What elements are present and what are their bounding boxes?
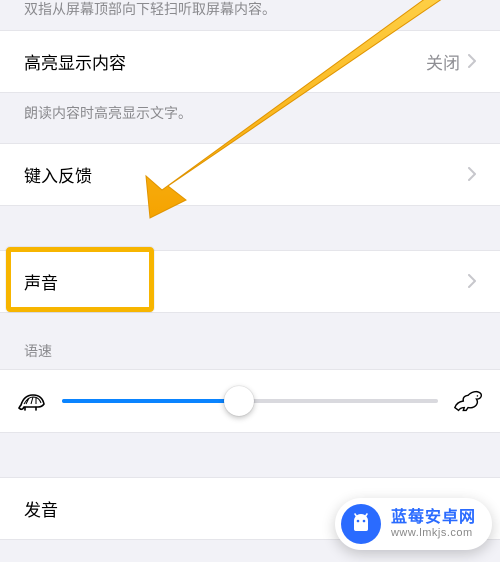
row-typing-feedback-label: 键入反馈 xyxy=(24,162,92,187)
chevron-right-icon xyxy=(468,54,476,68)
watermark-url: www.lmkjs.com xyxy=(391,527,476,539)
highlight-note: 朗读内容时高亮显示文字。 xyxy=(0,93,500,143)
speaking-rate-slider[interactable] xyxy=(62,384,438,418)
tortoise-icon xyxy=(16,389,48,413)
row-highlight-content-value: 关闭 xyxy=(426,49,460,74)
chevron-right-icon xyxy=(468,167,476,181)
rate-header: 语速 xyxy=(0,313,500,369)
row-typing-feedback[interactable]: 键入反馈 xyxy=(0,143,500,206)
row-pronunciation-label: 发音 xyxy=(24,496,58,521)
gesture-hint: 双指从屏幕顶部向下轻扫听取屏幕内容。 xyxy=(0,0,500,30)
row-speaking-rate xyxy=(0,369,500,433)
row-voice-label: 声音 xyxy=(24,269,58,294)
row-highlight-content-label: 高亮显示内容 xyxy=(24,49,126,74)
watermark-logo-icon xyxy=(341,504,381,544)
watermark: 蓝莓安卓网 www.lmkjs.com xyxy=(335,498,492,550)
slider-thumb[interactable] xyxy=(224,386,254,416)
row-voice[interactable]: 声音 xyxy=(0,250,500,313)
chevron-right-icon xyxy=(468,274,476,288)
watermark-title: 蓝莓安卓网 xyxy=(391,509,476,527)
row-highlight-content[interactable]: 高亮显示内容 关闭 xyxy=(0,30,500,93)
hare-icon xyxy=(452,389,484,413)
